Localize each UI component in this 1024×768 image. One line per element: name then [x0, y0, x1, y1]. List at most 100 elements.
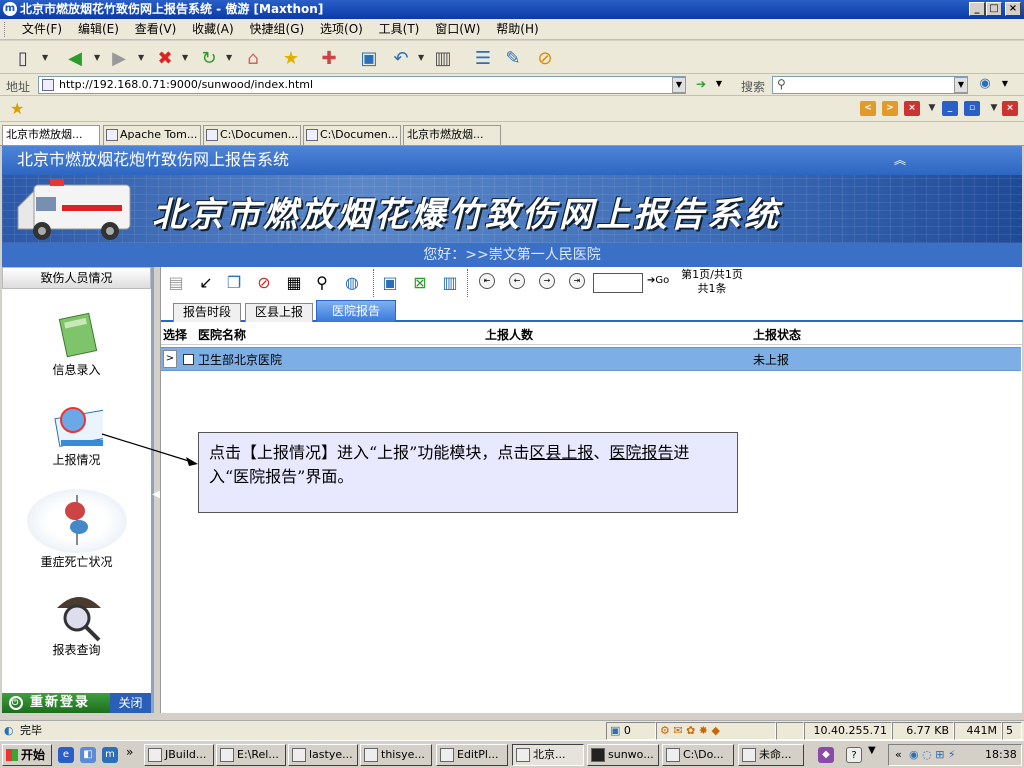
minimize-button[interactable]: _ — [969, 2, 985, 16]
tab-documents-1[interactable]: C:\Documen... — [203, 125, 301, 145]
popup-count[interactable]: ▣ 0 — [606, 722, 656, 740]
home-icon[interactable]: ⌂ — [240, 45, 266, 71]
forward-icon[interactable]: ▶ — [106, 45, 132, 71]
copy-icon[interactable]: ❐ — [223, 271, 245, 293]
refresh-icon[interactable]: ↻ — [196, 45, 222, 71]
close-page-icon[interactable]: × — [1002, 101, 1018, 116]
favorites-add-icon[interactable]: ★ — [10, 99, 24, 118]
prev-tab-icon[interactable]: < — [860, 101, 876, 116]
chevron-down-icon[interactable]: ▼ — [868, 745, 876, 756]
columns-icon[interactable]: ▥ — [430, 45, 456, 71]
menu-view[interactable]: 查看(V) — [129, 19, 183, 40]
chevron-down-icon[interactable]: ▼ — [226, 53, 232, 62]
restore-tab-icon[interactable]: ▫ — [964, 101, 980, 116]
quicklaunch-desktop-icon[interactable]: ◧ — [80, 747, 96, 763]
menu-groups[interactable]: 快捷组(G) — [244, 19, 311, 40]
sort-icon[interactable]: ⌃ ⌄ — [485, 325, 503, 345]
preview-icon[interactable]: ▣ — [379, 271, 401, 293]
sort-icon[interactable]: ⌃ ⌄ — [753, 325, 771, 345]
window-titlebar[interactable]: m 北京市燃放烟花竹致伤网上报告系统 - 傲游 [Maxthon] _ □ × — [0, 0, 1024, 19]
globe-icon[interactable]: ◍ — [341, 271, 363, 293]
tray-icons[interactable]: ◉ ◌ ⊞ ⚡ — [909, 745, 956, 765]
menu-window[interactable]: 窗口(W) — [429, 19, 486, 40]
address-input[interactable]: http://192.168.0.71:9000/sunwood/index.h… — [38, 76, 686, 94]
tab-report-period[interactable]: 报告时段 — [173, 303, 241, 322]
tray-app-icon[interactable]: ◆ — [818, 747, 834, 763]
delete-icon[interactable]: ⊘ — [253, 271, 275, 293]
clipboard-icon[interactable]: ▤ — [165, 271, 187, 293]
toolbar-grip[interactable] — [4, 22, 8, 37]
quicklaunch-ie-icon[interactable]: e — [58, 747, 74, 763]
nav-item-report-query[interactable]: 报表查询 — [2, 589, 151, 658]
minimize-tab-icon[interactable]: _ — [942, 101, 958, 116]
chevron-down-icon[interactable]: ▼ — [998, 77, 1012, 93]
close-nav-button[interactable]: 关闭 — [110, 693, 151, 713]
go-button[interactable]: ➔Go — [647, 275, 669, 286]
restore-button[interactable]: □ — [986, 2, 1002, 16]
search-engine-icon[interactable]: ◉ — [978, 77, 992, 93]
menu-help[interactable]: 帮助(H) — [490, 19, 544, 40]
chevron-down-icon[interactable]: ▼ — [182, 53, 188, 62]
quicklaunch-maxthon-icon[interactable]: m — [102, 747, 118, 763]
new-page-icon[interactable]: ▯ — [10, 45, 36, 71]
sort-icon[interactable]: ⌃ ⌄ — [198, 325, 216, 345]
table-row[interactable]: > 卫生部北京医院 未上报 — [161, 347, 1021, 371]
task-documents[interactable]: C:\Do... — [662, 744, 734, 766]
close-window-button[interactable]: × — [1005, 2, 1021, 16]
menu-edit[interactable]: 编辑(E) — [72, 19, 125, 40]
block-icon[interactable]: ⊘ — [532, 45, 558, 71]
tab-report-system-2[interactable]: 北京市燃放烟... — [403, 125, 501, 145]
chevron-down-icon[interactable]: ▼ — [418, 53, 424, 62]
tab-hospital-report[interactable]: 医院报告 — [316, 300, 396, 322]
nav-item-info-entry[interactable]: 信息录入 — [2, 309, 151, 378]
double-chevron-up-icon[interactable]: ︽ — [894, 146, 906, 174]
tab-documents-2[interactable]: C:\Documen... — [303, 125, 401, 145]
task-paint[interactable]: 未命... — [738, 744, 804, 766]
relogin-button[interactable]: ⏻ 重新登录 — [2, 693, 110, 713]
tab-apache-tomcat[interactable]: Apache Tom... — [103, 125, 201, 145]
last-page-icon[interactable]: ⇥ — [569, 273, 585, 289]
import-arrow-icon[interactable]: ↙ — [195, 271, 217, 293]
next-page-icon[interactable]: → — [539, 273, 555, 289]
tab-report-system[interactable]: 北京市燃放烟... — [2, 125, 100, 145]
task-lastyear[interactable]: lastye... — [288, 744, 358, 766]
nav-heading[interactable]: 致伤人员情况 — [2, 267, 151, 289]
search-input[interactable]: ⚲ — [772, 76, 968, 94]
menu-favorites[interactable]: 收藏(A) — [186, 19, 240, 40]
chevron-down-icon[interactable]: ▼ — [94, 53, 100, 62]
menu-options[interactable]: 选项(O) — [314, 19, 369, 40]
task-editplus[interactable]: EditPl... — [436, 744, 508, 766]
save-icon[interactable]: ▦ — [283, 271, 305, 293]
window-icon[interactable]: ▣ — [356, 45, 382, 71]
chevron-left-icon[interactable]: « — [895, 745, 902, 765]
menu-file[interactable]: 文件(F) — [16, 19, 68, 40]
translate-icon[interactable]: ✚ — [316, 45, 342, 71]
favorites-star-icon[interactable]: ★ — [278, 45, 304, 71]
stop-icon[interactable]: ✖ — [152, 45, 178, 71]
start-button[interactable]: 开始 — [2, 744, 52, 766]
go-arrow-icon[interactable]: ➔ — [694, 77, 708, 93]
chevron-down-icon[interactable]: ▼ — [986, 101, 1002, 116]
next-tab-icon[interactable]: > — [882, 101, 898, 116]
chevron-right-icon[interactable]: » — [126, 745, 133, 759]
edit-icon[interactable]: ✎ — [500, 45, 526, 71]
film-icon[interactable]: ▥ — [439, 271, 461, 293]
district-report-link[interactable]: 区县上报 — [529, 443, 593, 462]
chevron-down-icon[interactable]: ▼ — [138, 53, 144, 62]
excel-icon[interactable]: ⊠ — [409, 271, 431, 293]
back-icon[interactable]: ◀ — [62, 45, 88, 71]
sidebar-icon[interactable]: ☰ — [470, 45, 496, 71]
address-dropdown-icon[interactable]: ▼ — [672, 77, 686, 93]
task-thisyear[interactable]: thisye... — [360, 744, 432, 766]
help-icon[interactable]: ? — [846, 747, 862, 763]
search-dropdown-icon[interactable]: ▼ — [954, 77, 968, 93]
tab-district-report[interactable]: 区县上报 — [245, 303, 313, 322]
hospital-report-link[interactable]: 医院报告 — [609, 443, 673, 462]
status-tool-icons[interactable]: ⚙ ✉ ✿ ✸ ◆ — [656, 722, 776, 740]
row-checkbox[interactable] — [183, 354, 194, 365]
page-number-input[interactable] — [593, 273, 643, 293]
undo-icon[interactable]: ↶ — [388, 45, 414, 71]
task-explorer-rel[interactable]: E:\Rel... — [216, 744, 286, 766]
collapse-panel-handle[interactable]: ◀ — [152, 480, 160, 510]
menu-tools[interactable]: 工具(T) — [373, 19, 426, 40]
